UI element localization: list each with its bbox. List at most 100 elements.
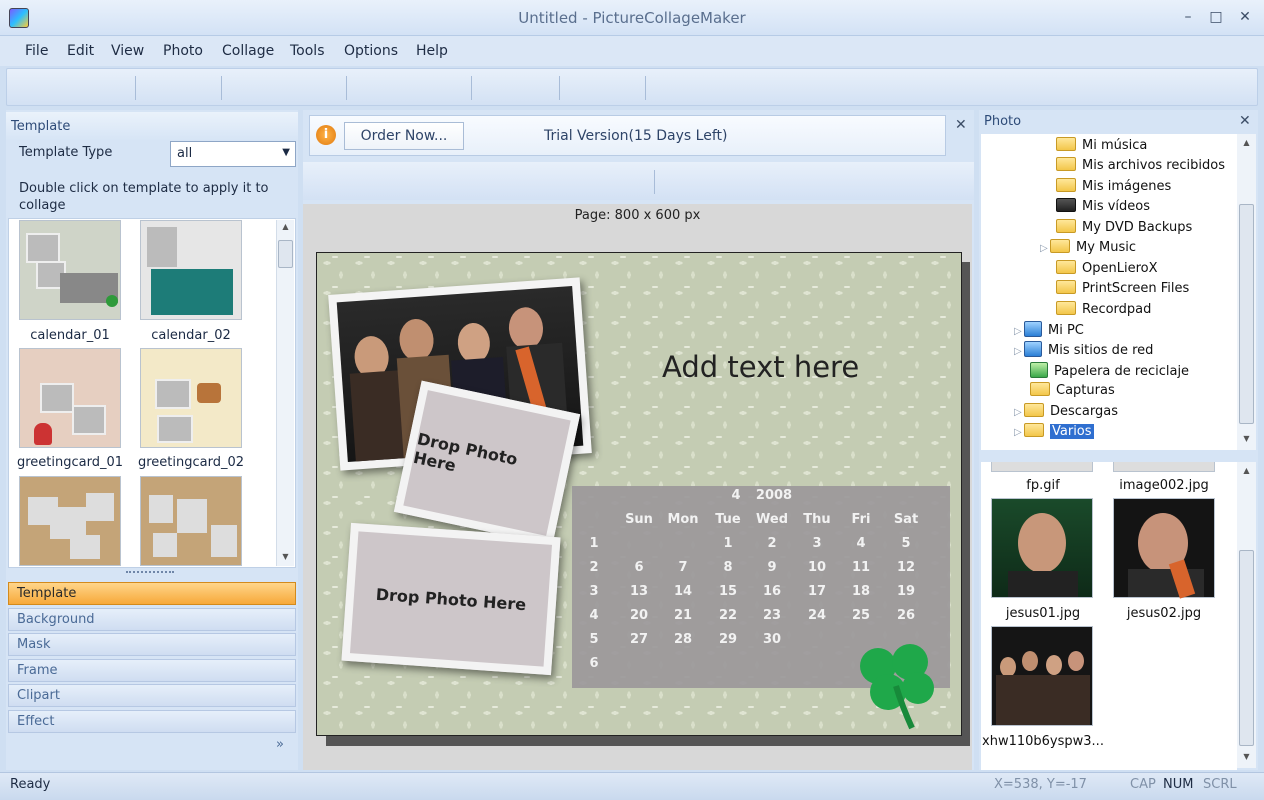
tree-node[interactable]: OpenLieroX [1056, 260, 1158, 276]
calendar-week-number: 5 [589, 632, 599, 647]
scroll-up-icon[interactable]: ▲ [278, 222, 293, 234]
template-name: greetingcard_01 [16, 455, 124, 470]
minimize-button[interactable]: – [1176, 9, 1200, 29]
folder-icon [1056, 280, 1076, 294]
menu-edit[interactable]: Edit [67, 43, 94, 59]
maximize-button[interactable]: □ [1204, 9, 1228, 29]
category-clipart[interactable]: Clipart [8, 684, 296, 707]
calendar-day: 23 [762, 608, 782, 623]
calendar-day: 17 [807, 584, 827, 599]
tree-node[interactable]: ▷ Descargas [1014, 403, 1118, 419]
close-button[interactable]: ✕ [1233, 9, 1257, 29]
more-categories-icon[interactable]: » [276, 737, 284, 752]
menu-view[interactable]: View [111, 43, 144, 59]
calendar-day-header: Mon [667, 512, 699, 527]
expand-icon[interactable]: ▷ [1014, 326, 1024, 337]
tree-node[interactable]: My DVD Backups [1056, 219, 1192, 235]
template-thumb-greetingcard-02[interactable] [140, 348, 242, 448]
close-trial-icon[interactable]: ✕ [955, 117, 967, 133]
tree-node[interactable]: Mis vídeos [1056, 198, 1150, 214]
calendar-day: 10 [807, 560, 827, 575]
template-thumb-calendar-02[interactable] [140, 220, 242, 320]
template-list-scrollbar[interactable]: ▲ ▼ [276, 220, 294, 566]
file-name: jesus02.jpg [1126, 606, 1202, 621]
template-thumb-greetingcard-01[interactable] [19, 348, 121, 448]
calendar-day-header: Wed [756, 512, 788, 527]
scroll-thumb[interactable] [278, 240, 293, 268]
scroll-up-icon[interactable]: ▲ [1239, 138, 1254, 147]
file-thumb[interactable] [1113, 498, 1215, 599]
tree-node[interactable]: Capturas [1030, 382, 1115, 398]
calendar-year: 2008 [755, 488, 793, 503]
splitter-grip[interactable] [126, 571, 174, 575]
toolbar-separator [471, 76, 472, 100]
category-background[interactable]: Background [8, 608, 296, 631]
tree-node[interactable]: PrintScreen Files [1056, 280, 1189, 296]
template-type-select[interactable]: all ▼ [170, 141, 296, 167]
calendar-day: 11 [851, 560, 871, 575]
scroll-thumb[interactable] [1239, 204, 1254, 424]
file-thumb[interactable] [991, 498, 1093, 598]
tree-node[interactable]: ▷ My Music [1040, 239, 1136, 255]
template-thumb-calendar-01[interactable] [19, 220, 121, 320]
toolbar-separator [221, 76, 222, 100]
menu-file[interactable]: File [25, 43, 48, 59]
calendar-day: 27 [629, 632, 649, 647]
add-text-placeholder[interactable]: Add text here [662, 350, 859, 384]
folder-icon [1050, 239, 1070, 253]
calendar-day-header: Tue [715, 512, 741, 527]
tree-node[interactable]: Mis archivos recibidos [1056, 157, 1225, 173]
expand-icon[interactable]: ▷ [1014, 346, 1024, 357]
scroll-down-icon[interactable]: ▼ [1239, 752, 1254, 761]
tree-node[interactable]: ▷ Mi PC [1014, 321, 1084, 338]
calendar-day: 8 [723, 560, 733, 575]
calendar-day: 20 [629, 608, 649, 623]
close-photo-panel-icon[interactable]: ✕ [1239, 113, 1251, 129]
tree-scrollbar[interactable]: ▲ ▼ [1237, 134, 1256, 450]
calendar-day: 24 [807, 608, 827, 623]
category-frame[interactable]: Frame [8, 659, 296, 682]
scroll-thumb[interactable] [1239, 550, 1254, 746]
category-effect[interactable]: Effect [8, 710, 296, 733]
expand-icon[interactable]: ▷ [1040, 243, 1050, 254]
folder-icon [1024, 403, 1044, 417]
menu-collage[interactable]: Collage [222, 43, 274, 59]
file-thumb[interactable] [991, 626, 1093, 726]
expand-icon[interactable]: ▷ [1014, 427, 1024, 438]
menu-photo[interactable]: Photo [163, 43, 203, 59]
tree-node-selected[interactable]: ▷ Varios [1014, 423, 1094, 439]
chevron-down-icon: ▼ [282, 147, 290, 158]
template-thumb-collage-2[interactable] [140, 476, 242, 566]
calendar-day: 25 [851, 608, 871, 623]
menu-options[interactable]: Options [344, 43, 398, 59]
files-scrollbar[interactable]: ▲ ▼ [1237, 462, 1256, 768]
calendar-day: 12 [896, 560, 916, 575]
menu-tools[interactable]: Tools [290, 43, 325, 59]
scroll-down-icon[interactable]: ▼ [1239, 434, 1254, 443]
tree-node[interactable]: Recordpad [1056, 301, 1151, 317]
category-mask[interactable]: Mask [8, 633, 296, 656]
drop-photo-label: Drop Photo Here [411, 429, 520, 476]
template-type-label: Template Type [19, 145, 113, 160]
expand-icon[interactable]: ▷ [1014, 407, 1024, 418]
file-thumb[interactable] [1113, 462, 1215, 472]
pictures-folder-icon [1056, 178, 1076, 192]
shamrock-clipart[interactable] [852, 636, 942, 732]
template-type-value: all [177, 146, 193, 161]
caps-indicator: CAP [1130, 777, 1156, 792]
tree-node[interactable]: Mis imágenes [1056, 178, 1171, 194]
tree-node[interactable]: Mi música [1056, 137, 1147, 153]
drop-photo-zone[interactable]: Drop Photo Here [341, 522, 561, 676]
menu-help[interactable]: Help [416, 43, 448, 59]
template-thumb-collage-1[interactable] [19, 476, 121, 566]
category-template[interactable]: Template [8, 582, 296, 605]
tree-node[interactable]: ▷ Mis sitios de red [1014, 341, 1153, 358]
scroll-up-icon[interactable]: ▲ [1239, 466, 1254, 475]
calendar-day: 22 [718, 608, 738, 623]
order-now-button[interactable]: Order Now... [344, 122, 464, 150]
file-thumb[interactable] [991, 462, 1093, 472]
scroll-down-icon[interactable]: ▼ [278, 552, 293, 564]
calendar-day: 7 [678, 560, 688, 575]
num-indicator: NUM [1163, 777, 1194, 792]
tree-node[interactable]: Papelera de reciclaje [1030, 362, 1189, 379]
